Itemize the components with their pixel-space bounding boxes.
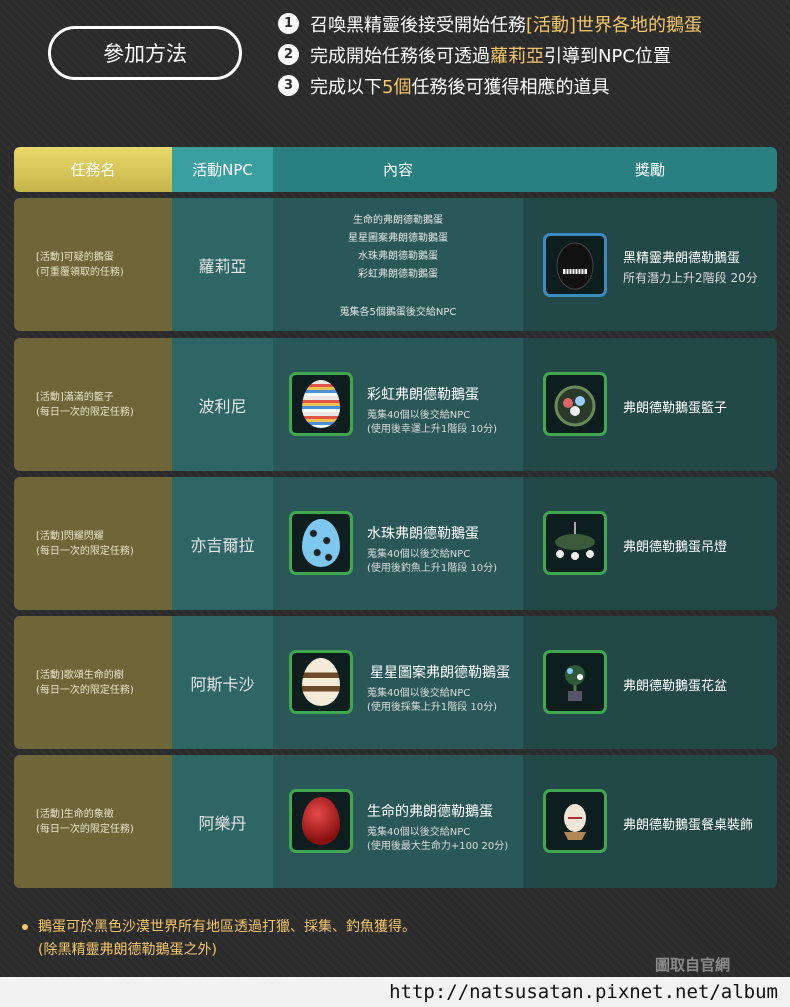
egg-table-decoration-icon xyxy=(543,789,607,853)
header-content: 內容 xyxy=(273,147,523,192)
reward-name: 弗朗德勒鵝蛋花盆 xyxy=(623,679,728,694)
item-desc-line: (使用後最大生命力+100 20分) xyxy=(367,841,509,852)
item-desc: 蒐集40個以後交給NPC (使用後最大生命力+100 20分) xyxy=(367,826,508,854)
item-desc-line: 蒐集40個以後交給NPC xyxy=(367,549,471,560)
quest-title: [活動]歌頌生命的樹 xyxy=(36,669,124,681)
header-reward: 獎勵 xyxy=(523,147,777,192)
quest-note: (每日一次的限定任務) xyxy=(36,684,134,696)
step-text: 召喚黑精靈後接受開始任務 xyxy=(310,14,526,36)
reward-cell: 弗朗德勒鵝蛋吊燈 xyxy=(523,477,777,610)
step-text: 完成以下 xyxy=(310,76,382,98)
npc-name: 亦吉爾拉 xyxy=(172,477,273,610)
item-name: 水珠弗朗德勒鵝蛋 xyxy=(367,526,479,542)
item-desc-line: (使用後幸運上升1階段 10分) xyxy=(367,424,498,435)
egg-chandelier-icon xyxy=(543,511,607,575)
content-cell: 水珠弗朗德勒鵝蛋 蒐集40個以後交給NPC (使用後釣魚上升1階段 10分) xyxy=(273,477,523,610)
quest-note: (每日一次的限定任務) xyxy=(36,823,134,835)
item-desc-line: 蒐集40個以後交給NPC xyxy=(367,688,471,699)
item-desc: 蒐集40個以後交給NPC (使用後採集上升1階段 10分) xyxy=(367,687,497,715)
header-npc: 活動NPC xyxy=(172,147,273,192)
npc-name: 波利尼 xyxy=(172,338,273,471)
item-name: 彩虹弗朗德勒鵝蛋 xyxy=(367,387,479,403)
reward-cell: 弗朗德勒鵝蛋餐桌裝飾 xyxy=(523,755,777,888)
content-cell: 星星圖案弗朗德勒鵝蛋 蒐集40個以後交給NPC (使用後採集上升1階段 10分) xyxy=(273,616,523,749)
quest-cell: [活動]閃耀閃耀 (每日一次的限定任務) xyxy=(14,477,172,610)
step-highlight: [活動]世界各地的鵝蛋 xyxy=(526,14,703,36)
header-quest: 任務名 xyxy=(14,147,172,192)
content-cell: 彩虹弗朗德勒鵝蛋 蒐集40個以後交給NPC (使用後幸運上升1階段 10分) xyxy=(273,338,523,471)
table-row: [活動]生命的象徵 (每日一次的限定任務) 阿樂丹 生命的弗朗德勒鵝蛋 蒐集40個… xyxy=(14,755,777,888)
step-text-post: 任務後可獲得相應的道具 xyxy=(411,76,610,98)
quest-title: [活動]滿滿的籃子 xyxy=(36,391,114,403)
item-desc: 蒐集40個以後交給NPC (使用後幸運上升1階段 10分) xyxy=(367,409,497,437)
source-label: 圖取自官網 xyxy=(655,956,731,974)
quest-note: (可重覆領取的任務) xyxy=(36,266,124,278)
quest-cell: [活動]歌頌生命的樹 (每日一次的限定任務) xyxy=(14,616,172,749)
npc-name: 阿斯卡沙 xyxy=(172,616,273,749)
reward-cell: 黑精靈弗朗德勒鵝蛋 所有潛力上升2階段 20分 xyxy=(523,198,777,331)
black-spirit-egg-icon xyxy=(543,233,607,297)
item-desc-line: 蒐集40個以後交給NPC xyxy=(367,827,471,838)
life-egg-icon xyxy=(289,789,353,853)
quest-title: [活動]可疑的鵝蛋 xyxy=(36,251,114,263)
steps-list: 1 召喚黑精靈後接受開始任務 [活動]世界各地的鵝蛋 2 完成開始任務後可透過 蘿莉… xyxy=(278,8,702,101)
star-egg-icon xyxy=(289,650,353,714)
step-highlight: 蘿莉亞 xyxy=(490,45,544,67)
content-cell: 生命的弗朗德勒鵝蛋 星星圖案弗朗德勒鵝蛋 水珠弗朗德勒鵝蛋 彩虹弗朗德勒鵝蛋 蒐… xyxy=(273,198,523,331)
quest-cell: [活動]滿滿的籃子 (每日一次的限定任務) xyxy=(14,338,172,471)
table-row: [活動]閃耀閃耀 (每日一次的限定任務) 亦吉爾拉 水珠弗朗德勒鵝蛋 蒐集40個以… xyxy=(14,477,777,610)
table-row: [活動]可疑的鵝蛋 (可重覆領取的任務) 蘿莉亞 生命的弗朗德勒鵝蛋 星星圖案弗朗… xyxy=(14,198,777,331)
bullet-icon xyxy=(22,924,28,930)
reward-cell: 弗朗德勒鵝蛋花盆 xyxy=(523,616,777,749)
content-line: 星星圖案弗朗德勒鵝蛋 xyxy=(348,233,448,244)
quest-cell: [活動]生命的象徵 (每日一次的限定任務) xyxy=(14,755,172,888)
polka-dot-egg-icon xyxy=(289,511,353,575)
content-line: 水珠弗朗德勒鵝蛋 xyxy=(358,251,438,262)
item-name: 星星圖案弗朗德勒鵝蛋 xyxy=(370,665,510,681)
quest-note: (每日一次的限定任務) xyxy=(36,406,134,418)
reward-name: 弗朗德勒鵝蛋吊燈 xyxy=(623,540,728,555)
quest-note: (每日一次的限定任務) xyxy=(36,545,134,557)
reward-desc: 所有潛力上升2階段 20分 xyxy=(623,271,758,285)
note-line-2: (除黑精靈弗朗德勒鵝蛋之外) xyxy=(38,942,217,958)
content-cell: 生命的弗朗德勒鵝蛋 蒐集40個以後交給NPC (使用後最大生命力+100 20分… xyxy=(273,755,523,888)
egg-flowerpot-icon xyxy=(543,650,607,714)
step-1: 1 召喚黑精靈後接受開始任務 [活動]世界各地的鵝蛋 xyxy=(278,8,702,39)
watermark-url: http://natsusatan.pixnet.net/album xyxy=(0,977,790,1007)
step-highlight: 5個 xyxy=(382,76,412,98)
step-2: 2 完成開始任務後可透過 蘿莉亞 引導到NPC位置 xyxy=(278,39,702,70)
npc-name: 阿樂丹 xyxy=(172,755,273,888)
content-line: 生命的弗朗德勒鵝蛋 xyxy=(353,215,443,226)
join-method-badge: 參加方法 xyxy=(48,26,242,80)
quest-title: [活動]生命的象徵 xyxy=(36,808,114,820)
quest-title: [活動]閃耀閃耀 xyxy=(36,530,104,542)
footnote: 鵝蛋可於黑色沙漠世界所有地區透過打獵、採集、釣魚獲得。 (除黑精靈弗朗德勒鵝蛋之… xyxy=(22,916,416,962)
step-text: 完成開始任務後可透過 xyxy=(310,45,490,67)
reward-name: 弗朗德勒鵝蛋籃子 xyxy=(623,401,728,416)
rainbow-egg-icon xyxy=(289,372,353,436)
reward-name: 黑精靈弗朗德勒鵝蛋 xyxy=(623,251,741,266)
egg-basket-icon xyxy=(543,372,607,436)
content-line: 彩虹弗朗德勒鵝蛋 xyxy=(358,269,438,280)
step-3: 3 完成以下 5個 任務後可獲得相應的道具 xyxy=(278,70,702,101)
npc-name: 蘿莉亞 xyxy=(172,198,273,331)
step-number: 3 xyxy=(278,75,299,96)
reward-cell: 弗朗德勒鵝蛋籃子 xyxy=(523,338,777,471)
quest-cell: [活動]可疑的鵝蛋 (可重覆領取的任務) xyxy=(14,198,172,331)
table-row: [活動]歌頌生命的樹 (每日一次的限定任務) 阿斯卡沙 星星圖案弗朗德勒鵝蛋 蒐集… xyxy=(14,616,777,749)
item-desc-line: (使用後釣魚上升1階段 10分) xyxy=(367,563,498,574)
step-text-post: 引導到NPC位置 xyxy=(544,45,671,67)
item-desc-line: 蒐集40個以後交給NPC xyxy=(367,410,471,421)
item-name: 生命的弗朗德勒鵝蛋 xyxy=(367,804,493,820)
table-row: [活動]滿滿的籃子 (每日一次的限定任務) 波利尼 彩虹弗朗德勒鵝蛋 蒐集40個以… xyxy=(14,338,777,471)
table-header: 任務名 活動NPC 內容 獎勵 xyxy=(14,147,777,192)
note-line-1: 鵝蛋可於黑色沙漠世界所有地區透過打獵、採集、釣魚獲得。 xyxy=(38,919,416,935)
reward-name: 弗朗德勒鵝蛋餐桌裝飾 xyxy=(623,818,754,833)
item-desc-line: (使用後採集上升1階段 10分) xyxy=(367,702,498,713)
step-number: 1 xyxy=(278,13,299,34)
content-footer: 蒐集各5個鵝蛋後交給NPC xyxy=(339,307,457,318)
item-desc: 蒐集40個以後交給NPC (使用後釣魚上升1階段 10分) xyxy=(367,548,497,576)
step-number: 2 xyxy=(278,44,299,65)
